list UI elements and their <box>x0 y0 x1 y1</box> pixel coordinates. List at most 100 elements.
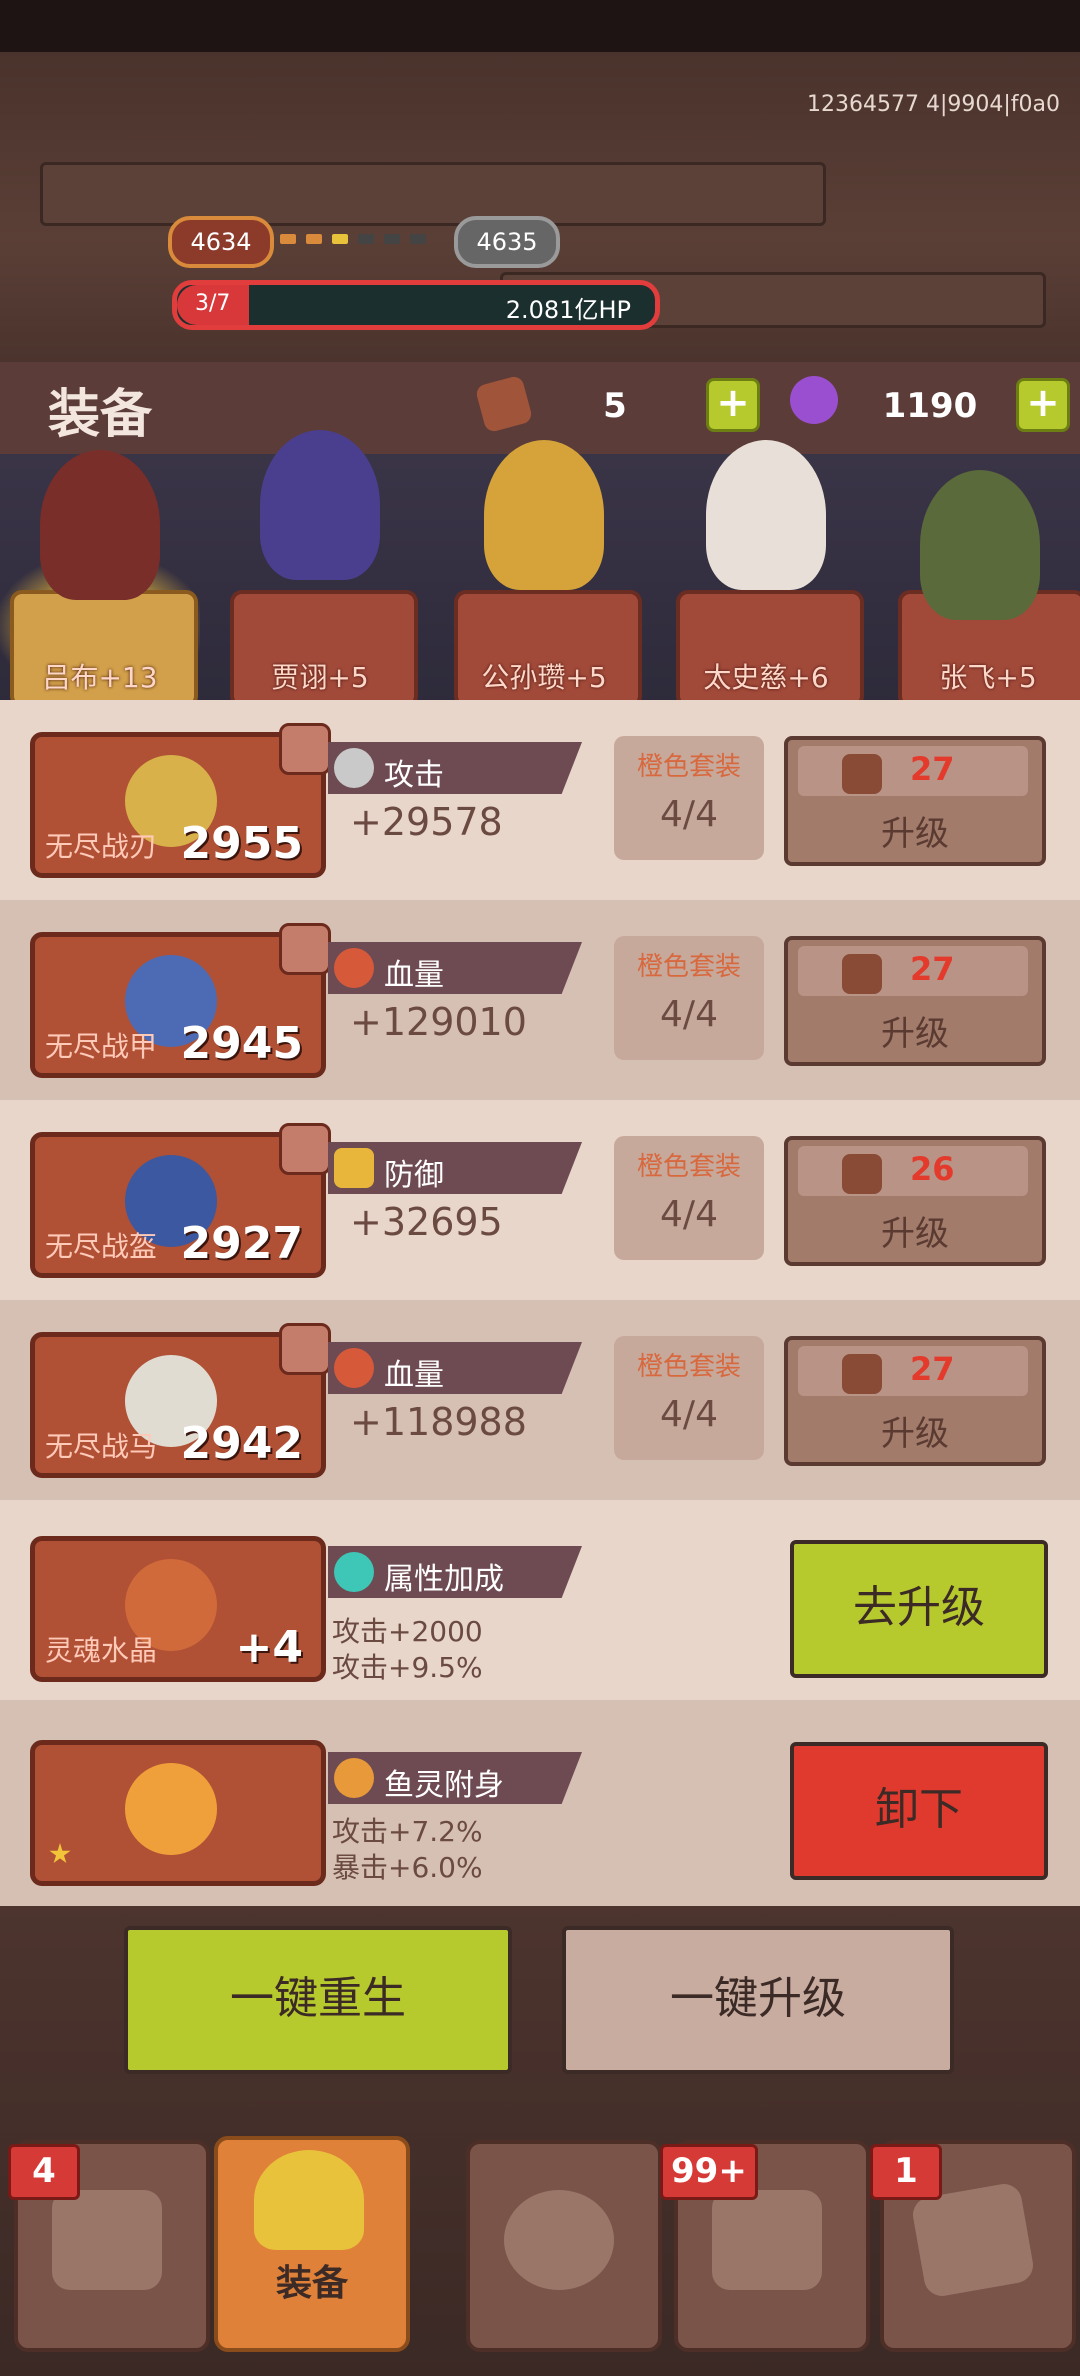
progress-dot <box>332 234 348 244</box>
blood-drop-icon <box>334 948 374 988</box>
equipment-name: 无尽战甲 <box>45 1030 158 1063</box>
nav-badge: 4 <box>8 2144 80 2200</box>
equipment-card[interactable]: 无尽战马 2942 <box>30 1323 331 1478</box>
boss-hp-value: 2.081亿HP <box>505 296 631 324</box>
stat-line: 暴击+6.0% <box>332 1851 483 1884</box>
soul-crystal-row: 灵魂水晶 +4 属性加成 攻击+2000 攻击+9.5% 去升级 <box>0 1500 1080 1700</box>
equipment-row: 无尽战刃 2955 攻击 +29578 橙色套装 4/4 27 升级 <box>0 700 1080 900</box>
set-label: 橙色套装 <box>636 752 741 782</box>
progress-dot <box>410 234 426 244</box>
equipment-level: 2927 <box>180 1218 303 1269</box>
equipment-name: 无尽战刃 <box>45 830 158 863</box>
soul-crystal-name: 灵魂水晶 <box>45 1634 158 1667</box>
soul-crystal-card[interactable]: 灵魂水晶 +4 <box>30 1536 326 1682</box>
stat-line: 攻击+2000 <box>332 1615 483 1648</box>
upgrade-cost: 27 <box>910 1350 955 1388</box>
chest-icon <box>712 2190 822 2290</box>
equipment-card[interactable]: 无尽战刃 2955 <box>30 723 331 878</box>
hero-portrait <box>40 450 160 600</box>
equipment-card[interactable]: 无尽战甲 2945 <box>30 923 331 1078</box>
upgrade-label: 升级 <box>881 814 949 854</box>
set-value: 4/4 <box>660 1394 718 1435</box>
upgrade-all-button[interactable]: 一键升级 <box>562 1926 954 2074</box>
set-label: 橙色套装 <box>636 952 741 982</box>
rebirth-all-button[interactable]: 一键重生 <box>124 1926 512 2074</box>
armor-slot-icon <box>279 1123 331 1175</box>
stat-label: 鱼灵附身 <box>384 1768 504 1803</box>
stat-label: 属性加成 <box>384 1562 504 1597</box>
upgrade-button[interactable]: 27 升级 <box>784 736 1046 866</box>
upgrade-cost-bar: 27 <box>798 746 1028 796</box>
hero-name: 张飞+5 <box>939 661 1037 694</box>
hero-name: 贾诩+5 <box>271 661 369 694</box>
upgrade-cost-bar: 27 <box>798 1346 1028 1396</box>
nav-badge: 1 <box>870 2144 942 2200</box>
hero-name: 太史慈+6 <box>703 661 829 694</box>
upgrade-label: 升级 <box>881 1014 949 1054</box>
stat-value: +32695 <box>350 1200 503 1244</box>
set-label: 橙色套装 <box>636 1352 741 1382</box>
unequip-button[interactable]: 卸下 <box>790 1742 1048 1880</box>
uid-text: 12364577 4|9904|f0a0 <box>807 92 1060 117</box>
stat-value: +129010 <box>350 1000 527 1044</box>
progress-dot <box>280 234 296 244</box>
boss-hp-bar: 3/7 2.081亿HP <box>172 280 660 330</box>
set-value: 4/4 <box>660 794 718 835</box>
hero-name: 吕布+13 <box>42 661 158 694</box>
stat-label: 血量 <box>384 1358 444 1393</box>
wood-plank <box>40 162 826 226</box>
stat-label: 攻击 <box>384 758 444 793</box>
armor-icon <box>254 2150 364 2250</box>
upgrade-label: 升级 <box>881 1414 949 1454</box>
upgrade-button[interactable]: 27 升级 <box>784 1336 1046 1466</box>
equipment-level: 2945 <box>180 1018 303 1069</box>
hero-portrait <box>484 440 604 590</box>
stat-label: 血量 <box>384 958 444 993</box>
set-box: 橙色套装 4/4 <box>614 1336 764 1460</box>
stat-value: +29578 <box>350 800 503 844</box>
upgrade-cost-bar: 27 <box>798 946 1028 996</box>
plus-icon[interactable]: + <box>706 378 760 432</box>
stat-value: +118988 <box>350 1400 527 1444</box>
set-box: 橙色套装 4/4 <box>614 1136 764 1260</box>
nav-badge: 99+ <box>660 2144 758 2200</box>
blood-drop-icon <box>334 1348 374 1388</box>
hero-name: 公孙瓒+5 <box>481 661 607 694</box>
resource1-value: 5 <box>603 386 627 426</box>
shield-warrior-icon <box>52 2190 162 2290</box>
rune-stone-icon <box>842 1354 882 1394</box>
rune-stone-icon <box>842 1154 882 1194</box>
upgrade-button[interactable]: 26 升级 <box>784 1136 1046 1266</box>
helmet-icon <box>504 2190 614 2290</box>
nav-tab-label: 装备 <box>275 2263 348 2304</box>
set-value: 4/4 <box>660 994 718 1035</box>
stat-line: 攻击+9.5% <box>332 1651 483 1684</box>
set-box: 橙色套装 4/4 <box>614 736 764 860</box>
upgrade-cost: 26 <box>910 1150 955 1188</box>
rune-stone-icon <box>842 954 882 994</box>
boss-hp-count: 3/7 <box>195 291 231 316</box>
hero-portrait <box>920 470 1040 620</box>
crystal-icon <box>334 1552 374 1592</box>
fish-card[interactable] <box>30 1740 326 1886</box>
equipment-row: 无尽战甲 2945 血量 +129010 橙色套装 4/4 27 升级 <box>0 900 1080 1100</box>
upgrade-button[interactable]: 27 升级 <box>784 936 1046 1066</box>
armor-slot-icon <box>279 923 331 975</box>
equipment-card[interactable]: 无尽战盔 2927 <box>30 1123 331 1278</box>
purple-gem-icon <box>790 376 838 424</box>
armor-slot-icon <box>279 723 331 775</box>
upgrade-cost: 27 <box>910 950 955 988</box>
upgrade-cost-bar: 26 <box>798 1146 1028 1196</box>
upgrade-label: 升级 <box>881 1214 949 1254</box>
stat-line: 攻击+7.2% <box>332 1815 483 1848</box>
upgrade-cost: 27 <box>910 750 955 788</box>
status-strip <box>0 0 1080 52</box>
hero-portrait <box>706 440 826 590</box>
star-icon <box>49 1843 71 1864</box>
shield-icon <box>334 1148 374 1188</box>
progress-dot <box>306 234 322 244</box>
go-upgrade-button[interactable]: 去升级 <box>790 1540 1048 1678</box>
equipment-level: 2942 <box>180 1418 303 1469</box>
equipment-level: 2955 <box>180 818 303 869</box>
plus-icon[interactable]: + <box>1016 378 1070 432</box>
